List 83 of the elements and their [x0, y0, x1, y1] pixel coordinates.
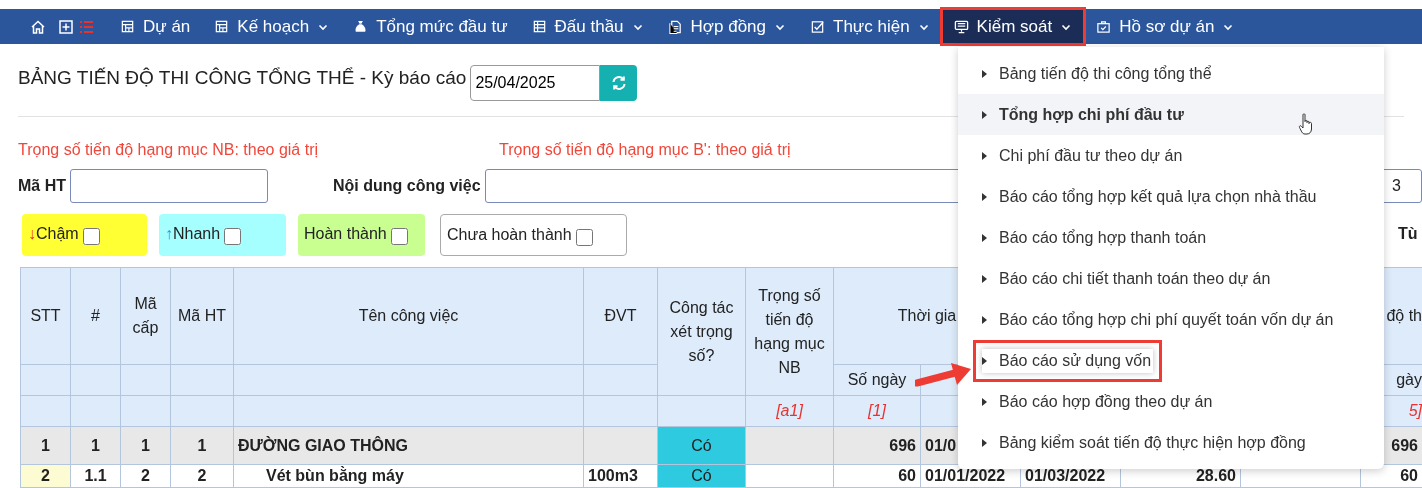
refresh-icon	[610, 75, 627, 91]
table-cell: 1	[70, 426, 121, 465]
checkbox-icon	[810, 19, 825, 34]
note-text: Trọng số tiến độ hạng mục NB: theo giá trị	[18, 140, 319, 160]
plus-square-icon	[58, 18, 74, 35]
column-header: #	[70, 267, 121, 365]
legend-filter[interactable]: ↑Nhanh	[159, 214, 286, 256]
bullet-icon	[982, 274, 987, 283]
column-header: ĐVT	[583, 267, 658, 365]
menu-item[interactable]: Bảng tiến độ thi công tổng thể	[982, 61, 1212, 86]
table-cell: 100m3	[583, 464, 658, 488]
checkbox[interactable]	[575, 229, 593, 246]
table-cell: 1	[170, 426, 234, 465]
menu-item[interactable]: Báo cáo tổng hợp thanh toán	[982, 225, 1207, 250]
filter-label: Chưa hoàn thành	[447, 225, 572, 245]
table-cell: 1.1	[70, 464, 121, 488]
checkbox[interactable]	[390, 228, 408, 245]
column-header: Trọng số tiến độ hạng mục NB	[745, 267, 834, 396]
bullet-icon	[982, 315, 987, 324]
bullet-icon	[982, 69, 987, 78]
column-header: Công tác xét trọng số?	[657, 267, 746, 396]
bullet-icon	[982, 192, 987, 201]
nav-menu-item[interactable]: Hợp đồng	[655, 9, 798, 44]
column-header: Số ngày	[833, 364, 921, 396]
monitor-icon	[953, 19, 969, 34]
menu-item[interactable]: Báo cáo hợp đồng theo dự án	[982, 389, 1213, 414]
arrow-icon: ↑	[165, 222, 173, 246]
grid-icon	[120, 19, 135, 34]
legend-filter[interactable]: ↓Chậm	[22, 214, 147, 256]
column-header: Tên công việc	[233, 267, 584, 365]
document-icon	[667, 19, 683, 34]
date-field[interactable]: 25/04/2025	[470, 65, 601, 101]
table-cell: ĐƯỜNG GIAO THÔNG	[233, 426, 584, 465]
field-label: Mã HT	[18, 176, 66, 196]
nav-menu-item[interactable]: Hồ sơ dự án	[1084, 9, 1247, 44]
bullet-icon	[982, 397, 987, 406]
column-code: [a1]	[745, 395, 834, 427]
hand-cursor-icon	[1298, 112, 1314, 135]
table-cell: 1	[120, 426, 171, 465]
checkbox[interactable]	[82, 228, 100, 245]
nav-menu-item[interactable]: Kế hoạch	[202, 9, 342, 44]
column-code: [1]	[833, 395, 921, 427]
briefcase-icon	[1096, 19, 1112, 34]
nav-menu-item[interactable]: Tổng mức đầu tư	[341, 9, 520, 44]
legend-filter[interactable]: Chưa hoàn thành	[440, 214, 627, 256]
bullet-icon	[982, 110, 987, 119]
legend-filter[interactable]: Hoàn thành	[298, 214, 425, 256]
nav-menu-item[interactable]: Đấu thầu	[519, 9, 656, 44]
refresh-button[interactable]	[600, 65, 638, 101]
home-icon	[30, 18, 46, 35]
bullet-icon	[982, 356, 987, 365]
table-cell: Có	[657, 426, 746, 465]
side-label: Tù	[1398, 224, 1418, 244]
bullet-icon	[982, 438, 987, 447]
table-icon	[531, 19, 547, 34]
list-icon	[78, 18, 94, 35]
nav-menu-item[interactable]: Thực hiện	[798, 9, 942, 44]
field-label: Nội dung công việc	[333, 176, 481, 196]
arrow-icon: ↓	[28, 222, 36, 246]
menu-item[interactable]: Chi phí đầu tư theo dự án	[982, 143, 1183, 168]
filter-label: Hoàn thành	[304, 224, 387, 244]
annotation-arrow	[915, 361, 972, 387]
checkbox[interactable]	[224, 228, 242, 245]
column-header: Mã cấp	[120, 267, 171, 365]
filter-label: Nhanh	[173, 224, 221, 244]
grid-icon	[214, 19, 230, 34]
column-header: STT	[20, 267, 71, 365]
bullet-icon	[982, 233, 987, 242]
nav-menu-item[interactable]: Dự án	[108, 9, 203, 44]
nav-menu-item[interactable]: Kiểm soát	[941, 9, 1085, 44]
table-cell: 696	[833, 426, 921, 465]
page-title: BẢNG TIẾN ĐỘ THI CÔNG TỔNG THỂ - Kỳ báo cáo	[18, 66, 467, 90]
bullet-icon	[982, 151, 987, 160]
table-cell: 2	[20, 464, 71, 488]
note-text: Trọng số tiến độ hạng mục B': theo giá trị	[499, 140, 791, 160]
filter-label: Chậm	[36, 224, 79, 244]
table-cell: 60	[833, 464, 921, 488]
input-field[interactable]	[70, 169, 268, 203]
table-cell: 2	[170, 464, 234, 488]
table-cell: Vét bùn bằng máy	[233, 464, 584, 488]
column-header: Mã HT	[170, 267, 234, 365]
table-cell: 2	[120, 464, 171, 488]
table-cell: 1	[20, 426, 71, 465]
